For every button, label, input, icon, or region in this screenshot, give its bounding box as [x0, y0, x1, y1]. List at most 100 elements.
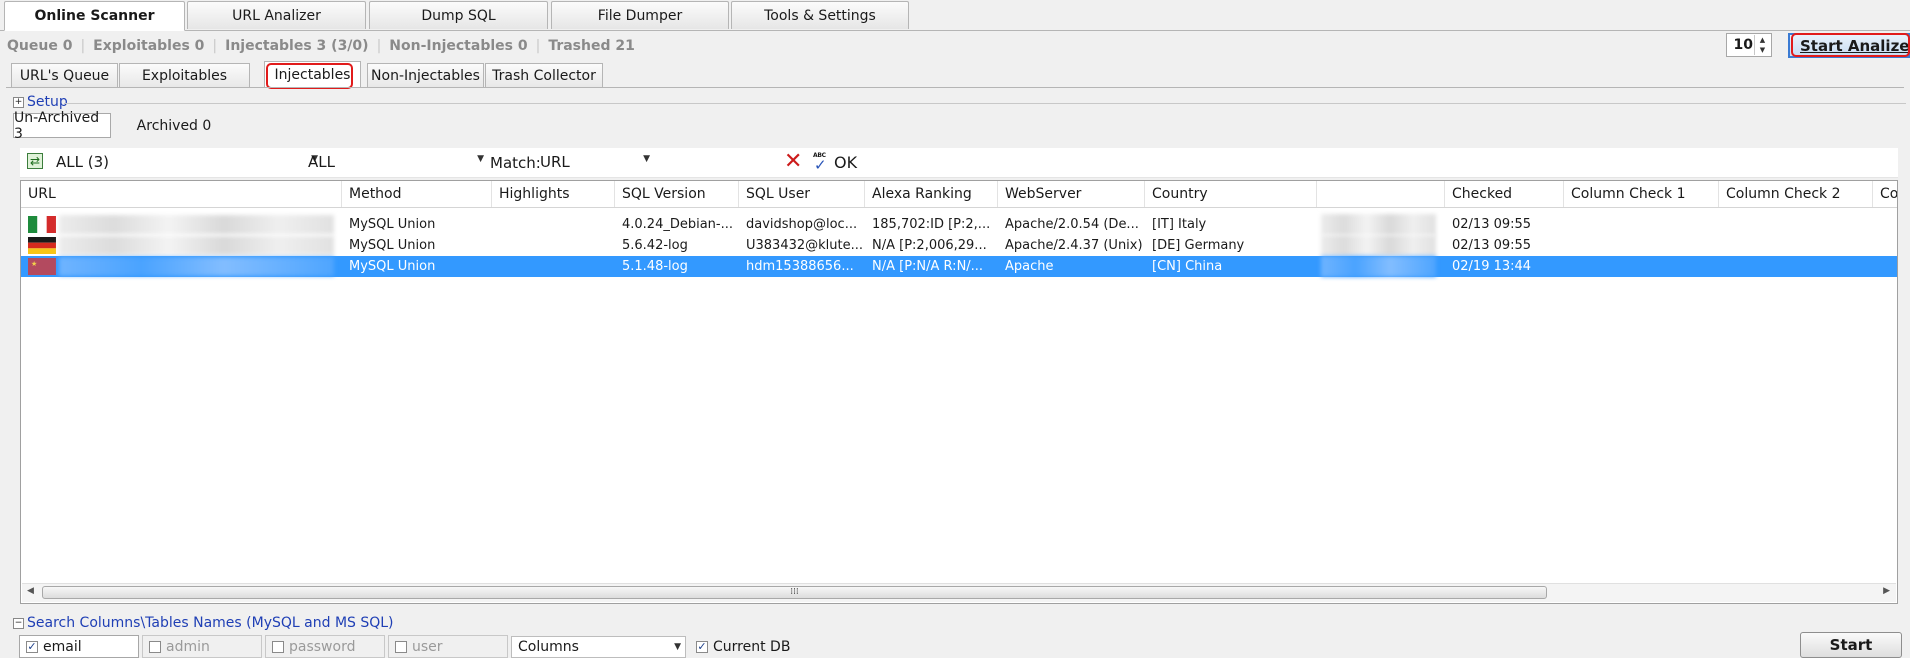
match-text-input[interactable]	[656, 151, 776, 173]
start-analizer-button[interactable]: Start Analizer	[1788, 33, 1910, 58]
trashed-count: Trashed 21	[548, 38, 635, 54]
country-filter-select[interactable]: ALL (3) ▼	[50, 151, 320, 173]
search-term-user[interactable]: user	[388, 635, 508, 658]
china-flag-icon: ★	[28, 258, 56, 275]
alexa-ranking-cell: N/A [P:2,006,29...	[872, 238, 987, 253]
method-cell: MySQL Union	[349, 217, 436, 232]
horizontal-scrollbar[interactable]: ◀ ⁞⁞⁞ ▶	[22, 583, 1896, 602]
method-filter-select[interactable]: ALL ▼	[300, 151, 486, 173]
spellcheck-icon: ABC ✓	[813, 152, 827, 174]
tab-online-scanner[interactable]: Online Scanner	[4, 1, 185, 31]
column-header-hidden[interactable]	[1317, 181, 1445, 207]
search-term-admin[interactable]: admin	[142, 635, 262, 658]
search-term-label: email	[43, 638, 82, 655]
alexa-ranking-cell: 185,702:ID [P:2,...	[872, 217, 991, 232]
search-mode-value: Columns	[518, 639, 579, 655]
redacted-cell	[1321, 256, 1436, 277]
chevron-down-icon: ▼	[643, 154, 650, 164]
column-header-column-check-2[interactable]: Column Check 2	[1719, 181, 1873, 207]
threads-value: 10	[1733, 37, 1753, 53]
checkbox-icon[interactable]	[272, 640, 284, 653]
match-field-select[interactable]: URL ▼	[534, 151, 652, 173]
table-row-selected[interactable]: ★ MySQL Union 5.1.48-log hdm15388656... …	[21, 256, 1897, 277]
current-db-checkbox[interactable]: ✓ Current DB	[696, 639, 790, 655]
checkbox-icon[interactable]	[149, 640, 161, 653]
apply-filter-button[interactable]: ABC ✓ OK	[812, 151, 858, 174]
checkbox-icon[interactable]	[395, 640, 407, 653]
threads-spinner[interactable]: 10 ▲ ▼	[1726, 33, 1772, 57]
italy-flag-icon	[28, 216, 56, 233]
scanner-status-bar: Queue 0 | Exploitables 0 | Injectables 3…	[7, 36, 643, 56]
clear-filter-icon[interactable]: ✕	[784, 151, 802, 173]
search-mode-select[interactable]: Columns ▼	[511, 636, 686, 658]
table-row[interactable]: MySQL Union 4.0.24_Debian-... davidshop@…	[21, 214, 1897, 235]
refresh-icon[interactable]: ⇄	[27, 153, 43, 169]
column-header-column-check-1[interactable]: Column Check 1	[1564, 181, 1719, 207]
spin-down-icon[interactable]: ▼	[1755, 45, 1770, 55]
column-header-co[interactable]: Co	[1873, 181, 1897, 207]
spin-up-icon[interactable]: ▲	[1755, 35, 1770, 45]
injectables-grid[interactable]: URL Method Highlights SQL Version SQL Us…	[20, 180, 1898, 604]
search-term-email[interactable]: ✓ email	[19, 635, 139, 658]
tab-exploitables[interactable]: Exploitables	[119, 63, 250, 87]
start-analizer-label: Start Analizer	[1800, 36, 1910, 55]
match-field-value: URL	[540, 153, 570, 171]
column-header-highlights[interactable]: Highlights	[492, 181, 615, 207]
checked-cell: 02/13 09:55	[1452, 238, 1532, 253]
ok-label: OK	[834, 152, 858, 172]
column-header-url[interactable]: URL	[21, 181, 342, 207]
sql-user-cell: U383432@klute...	[746, 238, 864, 253]
tab-trash-collector[interactable]: Trash Collector	[485, 63, 603, 87]
spinner-arrows: ▲ ▼	[1754, 35, 1770, 55]
search-term-label: admin	[166, 638, 210, 655]
tab-un-archived[interactable]: Un-Archived 3	[13, 110, 111, 142]
search-columns-toggle[interactable]: − Search Columns\Tables Names (MySQL and…	[13, 615, 394, 631]
column-header-method[interactable]: Method	[342, 181, 492, 207]
tab-file-dumper[interactable]: File Dumper	[551, 1, 729, 29]
method-cell: MySQL Union	[349, 238, 436, 253]
sql-version-cell: 5.6.42-log	[622, 238, 688, 253]
column-header-checked[interactable]: Checked	[1445, 181, 1564, 207]
injectables-count: Injectables 3 (3/0)	[225, 38, 369, 54]
queue-count: Queue 0	[7, 38, 73, 54]
start-search-button[interactable]: Start	[1800, 632, 1902, 658]
column-header-sql-version[interactable]: SQL Version	[615, 181, 739, 207]
scroll-right-icon[interactable]: ▶	[1883, 586, 1890, 596]
current-db-label: Current DB	[713, 639, 791, 655]
tab-injectables[interactable]: Injectables	[264, 61, 361, 88]
collapse-icon: −	[13, 617, 24, 629]
tab-archived[interactable]: Archived 0	[122, 113, 226, 138]
tab-urls-queue[interactable]: URL's Queue	[11, 63, 118, 87]
germany-flag-icon	[28, 237, 56, 254]
search-term-password[interactable]: password	[265, 635, 385, 658]
tab-tools-settings[interactable]: Tools & Settings	[731, 1, 909, 29]
method-filter-value: ALL	[308, 153, 335, 171]
tab-dump-sql[interactable]: Dump SQL	[369, 1, 548, 29]
main-tab-strip: Online Scanner URL Analizer Dump SQL Fil…	[0, 0, 1910, 31]
chevron-down-icon: ▼	[674, 642, 681, 652]
setup-label: Setup	[27, 94, 68, 110]
country-filter-value: ALL (3)	[56, 153, 109, 171]
checkbox-checked-icon[interactable]: ✓	[26, 640, 38, 653]
exploitables-count: Exploitables 0	[93, 38, 205, 54]
sql-user-cell: davidshop@loc...	[746, 217, 858, 232]
redacted-cell	[1321, 214, 1436, 235]
sql-version-cell: 5.1.48-log	[622, 259, 688, 274]
svg-text:★: ★	[31, 260, 37, 268]
highlights-cell	[492, 235, 615, 256]
column-header-country[interactable]: Country	[1145, 181, 1317, 207]
tab-url-analizer[interactable]: URL Analizer	[187, 1, 366, 29]
column-header-webserver[interactable]: WebServer	[998, 181, 1145, 207]
search-term-label: password	[289, 638, 356, 655]
column-header-sql-user[interactable]: SQL User	[739, 181, 865, 207]
divider	[6, 87, 1904, 88]
setup-toggle[interactable]: + Setup	[13, 94, 68, 110]
tab-non-injectables[interactable]: Non-Injectables	[367, 63, 484, 87]
table-row[interactable]: MySQL Union 5.6.42-log U383432@klute... …	[21, 235, 1897, 256]
column-header-alexa-ranking[interactable]: Alexa Ranking	[865, 181, 998, 207]
redacted-cell	[1321, 235, 1436, 256]
non-injectables-count: Non-Injectables 0	[389, 38, 528, 54]
scrollbar-thumb[interactable]: ⁞⁞⁞	[42, 586, 1547, 599]
scroll-left-icon[interactable]: ◀	[27, 586, 34, 596]
checkbox-checked-icon[interactable]: ✓	[696, 641, 708, 653]
